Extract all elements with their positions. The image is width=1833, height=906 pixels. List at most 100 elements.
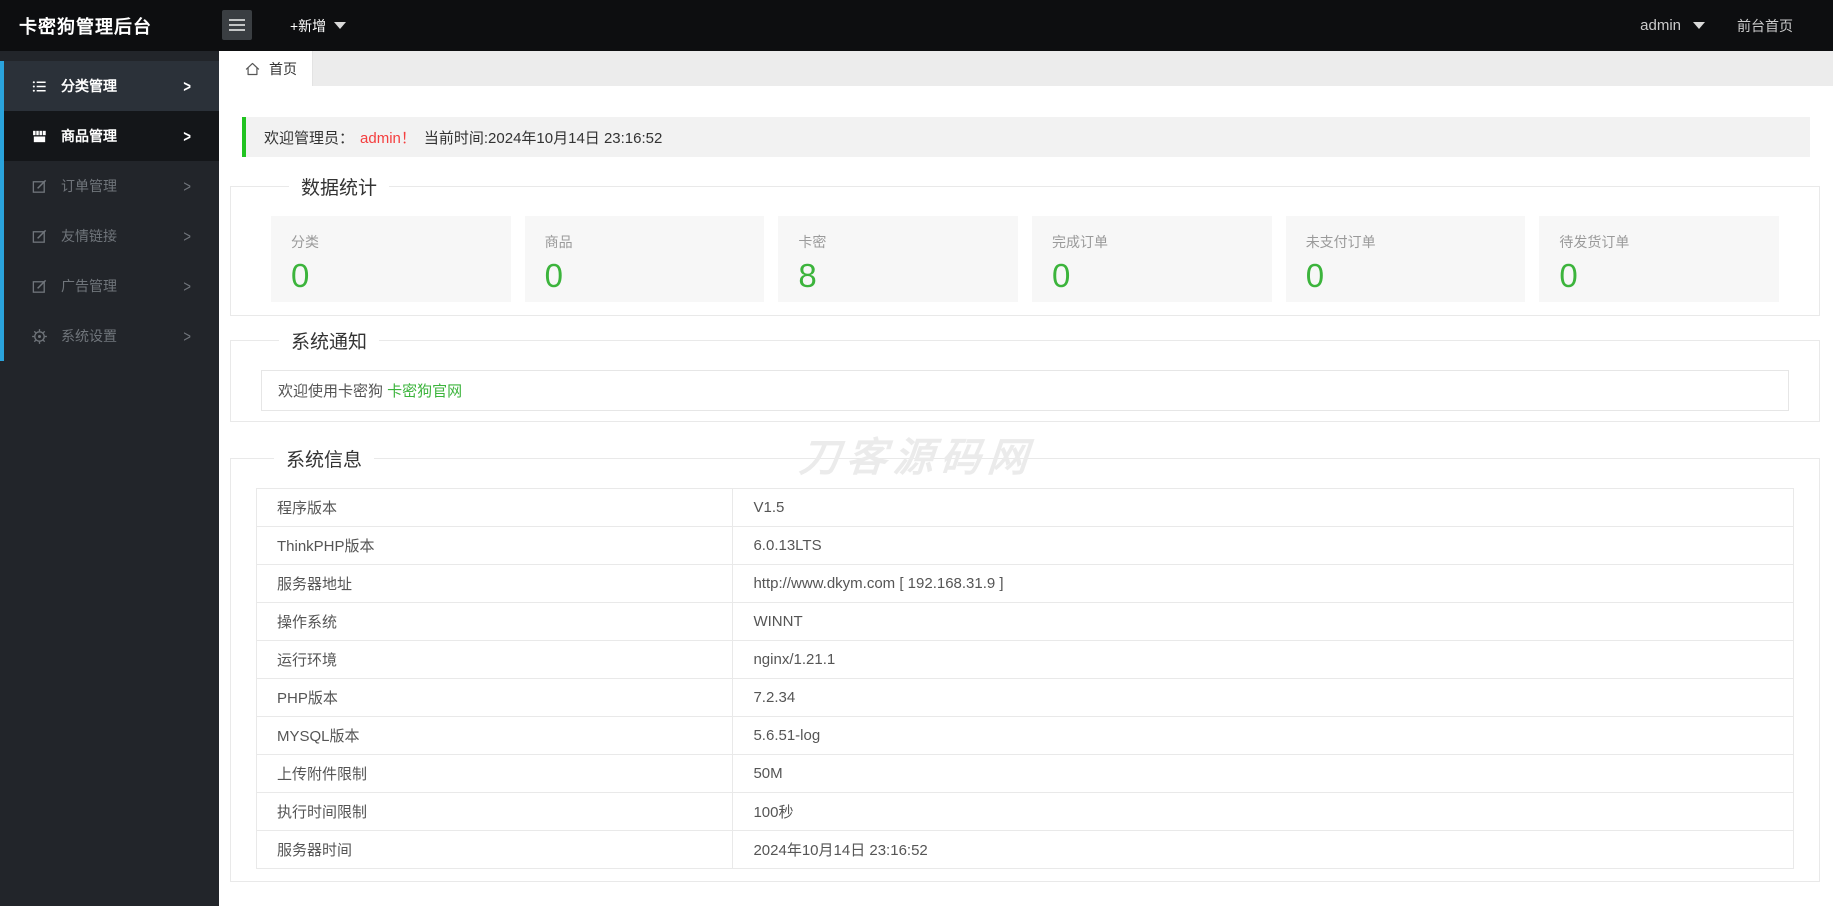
chevron-right-icon: > [183, 226, 191, 246]
edit-icon [30, 277, 48, 295]
sysinfo-key: 服务器地址 [255, 564, 734, 603]
chevron-right-icon: > [183, 76, 191, 96]
sysinfo-value: nginx/1.21.1 [732, 640, 1794, 679]
admin-page: 卡密狗管理后台 +新增 admin 前台首页 分类管理 > 商品管理 > 订单管… [0, 0, 1833, 906]
sysinfo-value: 50M [732, 754, 1794, 793]
welcome-prefix: 欢迎管理员： [264, 129, 355, 147]
sysinfo-key: MYSQL版本 [255, 716, 734, 755]
stat-cards: 分类 0 商品 0 卡密 8 完成订单 0 未支付订单 0 待发货订单 0 [271, 216, 1780, 302]
sysinfo-key: 程序版本 [255, 488, 734, 527]
chevron-right-icon: > [183, 126, 191, 146]
app-title: 卡密狗管理后台 [19, 16, 152, 37]
welcome-banner: 欢迎管理员： admin！ 当前时间:2024年10月14日 23:16:52 [242, 117, 1810, 157]
stat-card-done-orders: 完成订单 0 [1032, 216, 1272, 302]
sysinfo-value: 7.2.34 [732, 678, 1794, 717]
stat-card-unpaid-orders: 未支付订单 0 [1285, 216, 1526, 302]
sidebar-item-category[interactable]: 分类管理 > [0, 61, 219, 111]
stat-card-unshipped-orders: 待发货订单 0 [1539, 216, 1780, 302]
table-row: 运行环境 nginx/1.21.1 [255, 640, 1794, 679]
stat-card-category: 分类 0 [271, 216, 511, 302]
add-new-dropdown[interactable]: +新增 [290, 0, 347, 51]
sysinfo-value: WINNT [732, 602, 1794, 641]
sysinfo-key: PHP版本 [255, 678, 734, 717]
sysinfo-section-title: 系统信息 [286, 450, 363, 471]
username-label: admin [1640, 17, 1681, 34]
sidebar-item-label: 系统设置 [61, 328, 117, 344]
stat-value: 0 [544, 257, 564, 294]
table-row: PHP版本 7.2.34 [255, 678, 1794, 717]
notice-item: 欢迎使用卡密狗 卡密狗官网 [261, 370, 1789, 411]
home-icon [244, 61, 261, 77]
gear-icon [30, 327, 48, 345]
stat-label: 待发货订单 [1559, 234, 1630, 250]
sysinfo-value: 6.0.13LTS [732, 526, 1794, 565]
sidebar-item-label: 商品管理 [61, 128, 117, 144]
welcome-time: 当前时间:2024年10月14日 23:16:52 [423, 129, 663, 147]
stats-section-title: 数据统计 [301, 178, 378, 199]
stat-label: 卡密 [798, 234, 827, 250]
stat-value: 8 [798, 257, 817, 294]
official-site-link[interactable]: 卡密狗官网 [387, 383, 462, 400]
sidebar-item-label: 友情链接 [61, 228, 117, 244]
stat-value: 0 [1559, 257, 1578, 294]
chevron-right-icon: > [183, 276, 191, 296]
sidebar-item-label: 广告管理 [61, 278, 117, 294]
edit-icon [30, 227, 48, 245]
add-new-label: +新增 [290, 17, 327, 34]
sysinfo-key: 执行时间限制 [255, 792, 734, 831]
topbar: 卡密狗管理后台 +新增 admin 前台首页 [0, 0, 1833, 51]
chevron-right-icon: > [183, 176, 191, 196]
stat-card-cardkey: 卡密 8 [778, 216, 1019, 302]
front-home-link[interactable]: 前台首页 [1737, 16, 1793, 36]
table-row: ThinkPHP版本 6.0.13LTS [255, 526, 1794, 565]
stat-label: 未支付订单 [1305, 234, 1376, 250]
stat-label: 商品 [544, 234, 573, 250]
stat-value: 0 [291, 257, 310, 294]
sysinfo-key: 运行环境 [255, 640, 734, 679]
sysinfo-value: 5.6.51-log [732, 716, 1794, 755]
table-row: 操作系统 WINNT [255, 602, 1794, 641]
sysinfo-key: 上传附件限制 [255, 754, 734, 793]
sidebar-item-settings[interactable]: 系统设置 > [0, 311, 219, 361]
table-row: MYSQL版本 5.6.51-log [255, 716, 1794, 755]
sidebar-menu: 分类管理 > 商品管理 > 订单管理 > 友情链接 > 广告管理 > 系统设置 … [0, 61, 219, 361]
list-icon [30, 77, 48, 95]
welcome-username: admin！ [360, 129, 416, 147]
sysinfo-key: 服务器时间 [255, 830, 734, 869]
user-dropdown[interactable]: admin [1640, 17, 1705, 34]
tab-bar: 首页 [219, 51, 1833, 86]
notice-section: 系统通知 欢迎使用卡密狗 卡密狗官网 [230, 327, 1820, 422]
sysinfo-value: 100秒 [732, 792, 1794, 831]
sidebar-item-orders[interactable]: 订单管理 > [0, 161, 219, 211]
sidebar: 分类管理 > 商品管理 > 订单管理 > 友情链接 > 广告管理 > 系统设置 … [0, 51, 219, 906]
sysinfo-value: 2024年10月14日 23:16:52 [732, 830, 1794, 869]
table-row: 执行时间限制 100秒 [255, 792, 1794, 831]
sysinfo-value: http://www.dkym.com [ 192.168.31.9 ] [732, 564, 1794, 603]
main-content: 首页 欢迎管理员： admin！ 当前时间:2024年10月14日 23:16:… [219, 51, 1833, 906]
stat-label: 完成订单 [1052, 234, 1109, 250]
hamburger-icon [228, 18, 246, 32]
edit-icon [30, 177, 48, 195]
chevron-down-icon [1693, 22, 1705, 29]
stat-label: 分类 [291, 234, 319, 250]
sysinfo-table: 程序版本 V1.5 ThinkPHP版本 6.0.13LTS 服务器地址 htt… [255, 488, 1794, 869]
shop-icon [30, 127, 48, 145]
stat-value: 0 [1305, 257, 1325, 294]
stat-value: 0 [1052, 257, 1071, 294]
topbar-right: admin 前台首页 [1640, 0, 1793, 51]
notice-text: 欢迎使用卡密狗 [278, 383, 388, 400]
tab-home[interactable]: 首页 [219, 51, 313, 86]
sysinfo-key: 操作系统 [255, 602, 734, 641]
sidebar-toggle-button[interactable] [222, 10, 252, 40]
sidebar-item-label: 订单管理 [61, 178, 117, 194]
sidebar-item-links[interactable]: 友情链接 > [0, 211, 219, 261]
sysinfo-key: ThinkPHP版本 [255, 526, 734, 565]
stat-card-product: 商品 0 [524, 216, 765, 302]
sysinfo-section: 系统信息 程序版本 V1.5 ThinkPHP版本 6.0.13LTS 服务器地… [230, 445, 1820, 882]
chevron-down-icon [334, 22, 347, 29]
table-row: 服务器地址 http://www.dkym.com [ 192.168.31.9… [255, 564, 1794, 603]
stats-section: 数据统计 分类 0 商品 0 卡密 8 完成订单 0 未支付订单 0 待发货订单… [230, 173, 1820, 316]
sidebar-item-ads[interactable]: 广告管理 > [0, 261, 219, 311]
sidebar-item-products[interactable]: 商品管理 > [0, 111, 219, 161]
table-row: 程序版本 V1.5 [255, 488, 1794, 527]
